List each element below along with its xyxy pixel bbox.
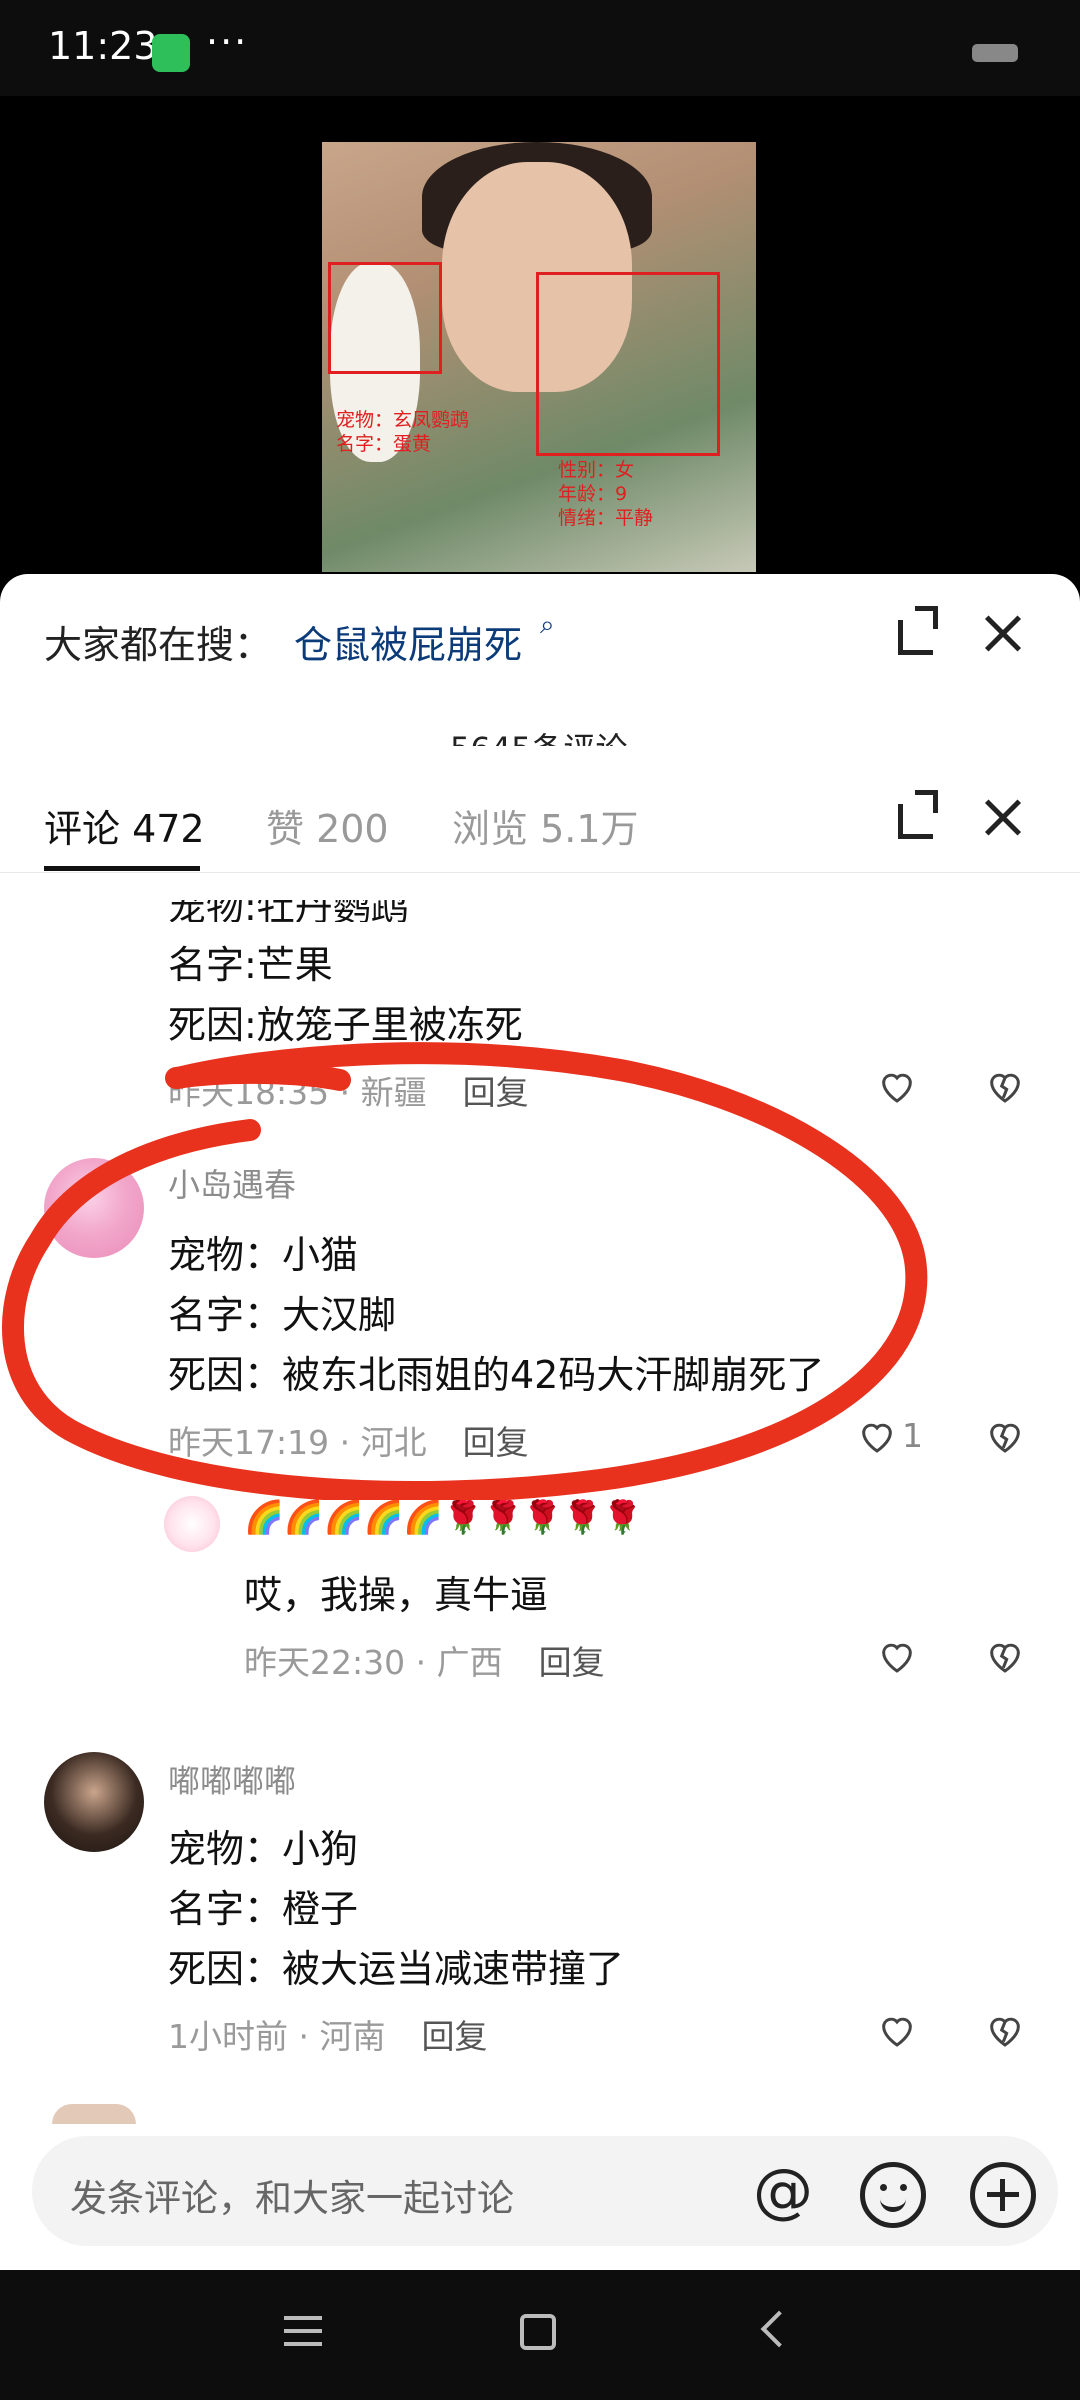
comment-line: 宠物:牡丹鹦鹉 (168, 900, 409, 922)
comment-line: 宠物：小狗 (168, 1827, 359, 1871)
status-time: 11:23 (48, 24, 158, 68)
comment-time: 昨天22:30 (244, 1643, 406, 1682)
like-icon[interactable] (856, 1416, 898, 1456)
comment-input[interactable]: 发条评论，和大家一起讨论 (70, 2168, 514, 2222)
comment-region: 新疆 (360, 1073, 427, 1112)
like-icon[interactable] (876, 1636, 918, 1676)
avatar (52, 2104, 136, 2124)
comment-meta: 1小时前 · 河南 回复 (168, 2017, 488, 2056)
comment-meta: 昨天22:30 · 广西 回复 (244, 1643, 605, 1682)
video-area[interactable]: 宠物：玄凤鹦鹉 名字：蛋黄 性别：女 年龄：9 情绪：平静 (0, 96, 1080, 596)
like-icon[interactable] (876, 1066, 918, 1106)
emoji-icon[interactable] (860, 2162, 926, 2228)
pet-type-label: 宠物：玄凤鹦鹉 (336, 409, 470, 431)
reply-emoji-line: 🌈🌈🌈🌈🌈🌹🌹🌹🌹🌹 (244, 1498, 643, 1536)
comment-username[interactable]: 小岛遇春 (168, 1160, 296, 1206)
face-detection-box (536, 272, 720, 456)
pet-detection-box (328, 262, 442, 374)
close-icon[interactable] (982, 798, 1022, 838)
expand-icon[interactable] (898, 790, 938, 839)
gender-label: 性别：女 (558, 459, 635, 481)
comment-time: 昨天18:35 (168, 1073, 330, 1112)
comment-line: 名字：橙子 (168, 1887, 359, 1931)
shield-icon (152, 34, 190, 72)
search-suggestion-row[interactable]: 大家都在搜： 仓鼠被屁崩死 ⌕ (0, 574, 1080, 704)
add-icon[interactable] (970, 2162, 1036, 2228)
dislike-icon[interactable] (984, 2010, 1026, 2050)
comment-line: 宠物：小猫 (168, 1233, 359, 1277)
tab-likes[interactable]: 赞 200 (266, 798, 389, 853)
comment-clip: 宠物:牡丹鹦鹉 (0, 900, 1080, 922)
age-label: 年龄：9 (558, 483, 628, 505)
like-icon[interactable] (876, 2010, 918, 2050)
reply-button[interactable]: 回复 (539, 1643, 605, 1682)
dislike-icon[interactable] (984, 1416, 1026, 1456)
expand-icon[interactable] (898, 606, 938, 655)
comment-region: 河南 (319, 2017, 386, 2056)
status-bar: 11:23 ··· (0, 0, 1080, 96)
menu-icon[interactable] (284, 2316, 322, 2346)
search-prefix: 大家都在搜： (44, 623, 273, 667)
comment-region: 广西 (436, 1643, 503, 1682)
comment-meta: 昨天18:35 · 新疆 回复 (168, 1073, 529, 1112)
close-icon[interactable] (982, 614, 1022, 654)
comment-time: 1小时前 (168, 2017, 288, 2056)
comment-tabs: 评论 472 赞 200 浏览 5.1万 (0, 762, 1080, 873)
more-dots-icon: ··· (206, 20, 249, 64)
comment-line: 死因：被东北雨姐的42码大汗脚崩死了 (168, 1353, 825, 1397)
search-term-link[interactable]: 仓鼠被屁崩死 (294, 614, 522, 669)
mention-icon[interactable]: @ (750, 2158, 816, 2224)
battery-icon (972, 44, 1018, 62)
tab-comments[interactable]: 评论 472 (44, 798, 205, 853)
comment-region: 河北 (360, 1423, 427, 1462)
tab-active-indicator (44, 866, 200, 871)
video-frame[interactable]: 宠物：玄凤鹦鹉 名字：蛋黄 性别：女 年龄：9 情绪：平静 (322, 142, 756, 572)
reply-button[interactable]: 回复 (463, 1423, 529, 1462)
comment-count-ghost: 5645条评论 (450, 724, 627, 746)
avatar[interactable] (164, 1496, 220, 1552)
dislike-icon[interactable] (984, 1636, 1026, 1676)
comment-input-bar[interactable]: 发条评论，和大家一起讨论 @ (32, 2136, 1058, 2246)
like-count: 1 (902, 1416, 923, 1455)
pet-name-label: 名字：蛋黄 (336, 433, 432, 455)
comment-meta: 昨天17:19 · 河北 回复 (168, 1423, 529, 1462)
avatar[interactable] (44, 1752, 144, 1852)
search-icon: ⌕ (540, 610, 555, 640)
home-icon[interactable] (520, 2314, 556, 2350)
reply-text: 哎，我操，真牛逼 (244, 1573, 549, 1617)
dislike-icon[interactable] (984, 1066, 1026, 1106)
reply-button[interactable]: 回复 (463, 1073, 529, 1112)
comment-sheet: 大家都在搜： 仓鼠被屁崩死 ⌕ 5645条评论 评论 472 赞 200 浏览 … (0, 574, 1080, 2400)
back-icon[interactable] (760, 2310, 798, 2348)
comment-line: 死因:放笼子里被冻死 (168, 1003, 523, 1047)
comment-time: 昨天17:19 (168, 1423, 330, 1462)
comment-line: 死因：被大运当减速带撞了 (168, 1947, 625, 1991)
reply-button[interactable]: 回复 (421, 2017, 487, 2056)
avatar[interactable] (44, 1158, 144, 1258)
comment-username[interactable]: 嘟嘟嘟嘟 (168, 1756, 296, 1802)
comment-line: 名字:芒果 (168, 943, 333, 987)
tab-views[interactable]: 浏览 5.1万 (452, 798, 639, 853)
system-nav-bar (0, 2270, 1080, 2400)
mood-label: 情绪：平静 (558, 507, 654, 529)
comment-line: 名字：大汉脚 (168, 1293, 397, 1337)
